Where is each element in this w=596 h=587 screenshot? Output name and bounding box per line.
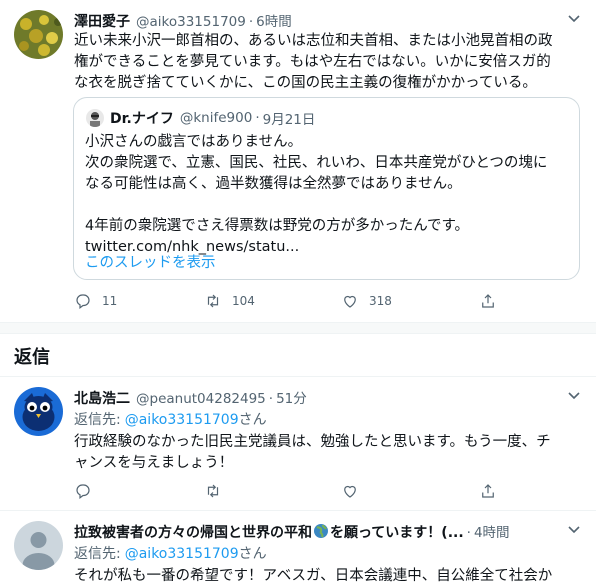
separator-dot: ·	[466, 525, 471, 541]
chevron-down-icon[interactable]	[566, 10, 582, 26]
chevron-down-icon[interactable]	[566, 521, 582, 537]
quoted-tweet[interactable]: Dr.ナイフ @knife900 · 9月21日 小沢さんの戯言ではありません。…	[73, 97, 580, 280]
avatar[interactable]	[14, 387, 63, 436]
author-name[interactable]: 澤田愛子	[74, 11, 130, 31]
reply-to-suffix: さん	[238, 546, 267, 562]
separator-dot: ·	[248, 14, 254, 30]
quote-author-name: Dr.ナイフ	[110, 111, 174, 127]
tweet-actions: 11 104 318	[74, 292, 497, 310]
separator-dot: ·	[255, 110, 260, 126]
tweet-text-line: 近い未来小沢一郎首相の、あるいは志位和夫首相、または小池晃首相の政	[74, 33, 553, 49]
timestamp[interactable]: 51分	[276, 387, 307, 407]
quote-text: 小沢さんの戯言ではありません。 次の衆院選で、立憲、国民、社民、れいわ、日本共産…	[85, 132, 547, 258]
tweet-header: 澤田愛子 @aiko33151709 · 6時間	[74, 10, 292, 31]
quote-text-line: 次の衆院選で、立憲、国民、社民、れいわ、日本共産党がひとつの塊に	[85, 155, 548, 171]
reply-icon	[76, 294, 90, 309]
quote-header: Dr.ナイフ @knife900 · 9月21日	[86, 108, 315, 128]
tweet-text: それが私も一番の希望です！アベスガ、日本会議連中、自公維全て社会か	[74, 566, 552, 587]
reply-to-handle[interactable]: @aiko33151709	[125, 412, 239, 428]
globe-emoji-icon	[313, 523, 329, 539]
author-name[interactable]: 拉致被害者の方々の帰国と世界の平和 を願っています！(...	[74, 522, 464, 542]
tweet-text-line: ャンスを与えましょう！	[74, 455, 234, 471]
share-icon	[482, 484, 494, 498]
avatar[interactable]	[14, 521, 63, 570]
quote-text-line: なる可能性は高く、過半数獲得は全然夢ではありません。	[85, 176, 462, 192]
tweet-text-line: 行政経験のなかった旧民主党議員は、勉強したと思います。もう一度、チ	[74, 434, 551, 450]
like-count: 318	[369, 294, 392, 308]
author-handle[interactable]: @peanut04282495	[136, 391, 266, 407]
share-button[interactable]	[479, 482, 497, 500]
tweet-text: 行政経験のなかった旧民主党議員は、勉強したと思います。もう一度、チ ャンスを与え…	[74, 432, 551, 474]
like-button[interactable]: 318	[341, 292, 479, 310]
replies-heading: 返信	[14, 347, 50, 368]
separator-dot: ·	[268, 391, 274, 407]
reply-icon	[76, 484, 90, 499]
quote-date: 9月21日	[262, 112, 316, 128]
chevron-down-icon[interactable]	[566, 387, 582, 403]
like-icon	[344, 295, 356, 308]
timestamp[interactable]: 4時間	[474, 521, 510, 541]
reply-tweet[interactable]: 拉致被害者の方々の帰国と世界の平和 を願っています！(... · 4時間 返信先:…	[0, 511, 596, 584]
share-button[interactable]	[479, 292, 497, 310]
retweet-icon	[207, 484, 219, 498]
timestamp[interactable]: 6時間	[256, 10, 292, 30]
tweet-header: 拉致被害者の方々の帰国と世界の平和 を願っています！(... · 4時間	[74, 521, 510, 542]
tweet-text: 近い未来小沢一郎首相の、あるいは志位和夫首相、または小池晃首相の政 権ができるこ…	[74, 31, 553, 94]
quote-text-line: 小沢さんの戯言ではありません。	[85, 134, 303, 150]
like-icon	[344, 485, 356, 498]
author-handle[interactable]: @aiko33151709	[136, 14, 246, 30]
quote-avatar	[86, 109, 104, 127]
author-name-part: 拉致被害者の方々の帰国と世界の平和	[74, 525, 312, 541]
reply-tweet[interactable]: 北島浩二 @peanut04282495 · 51分 返信先: @aiko331…	[0, 377, 596, 510]
reply-to-line: 返信先: @aiko33151709 さん	[74, 409, 267, 429]
tweet-text-line: 権ができることを夢見ています。もはや左右ではない。いかに安倍スガ的	[74, 54, 551, 70]
reply-to-prefix: 返信先:	[74, 412, 121, 428]
reply-to-suffix: さん	[238, 412, 267, 428]
tweet-actions	[74, 482, 497, 500]
reply-to-handle[interactable]: @aiko33151709	[125, 546, 239, 562]
tweet-text-line: な衣を脱ぎ捨てていくかに、この国の民主主義の復権がかかっている。	[74, 75, 537, 91]
quote-text-line	[85, 195, 547, 216]
like-button[interactable]	[341, 482, 479, 500]
show-thread-link[interactable]: このスレッドを表示	[85, 251, 216, 272]
retweet-count: 104	[232, 294, 255, 308]
retweet-button[interactable]	[204, 482, 341, 500]
author-name-part: を願っています！(...	[330, 525, 464, 541]
section-divider	[0, 322, 596, 334]
reply-to-prefix: 返信先:	[74, 546, 121, 562]
main-tweet[interactable]: 澤田愛子 @aiko33151709 · 6時間 近い未来小沢一郎首相の、あるい…	[0, 0, 596, 322]
reply-count: 11	[102, 294, 118, 308]
quote-text-line: 4年前の衆院選でさえ得票数は野党の方が多かったんです。	[85, 218, 470, 234]
retweet-button[interactable]: 104	[204, 292, 341, 310]
author-name[interactable]: 北島浩二	[74, 388, 130, 408]
retweet-icon	[207, 294, 219, 308]
tweet-text-line: それが私も一番の希望です！アベスガ、日本会議連中、自公維全て社会か	[74, 568, 553, 584]
avatar[interactable]	[14, 10, 63, 59]
reply-button[interactable]: 11	[74, 292, 204, 310]
reply-to-line: 返信先: @aiko33151709 さん	[74, 543, 267, 563]
quote-author-handle: @knife900	[179, 110, 253, 126]
reply-button[interactable]	[74, 482, 204, 500]
tweet-header: 北島浩二 @peanut04282495 · 51分	[74, 387, 307, 408]
share-icon	[482, 294, 494, 308]
